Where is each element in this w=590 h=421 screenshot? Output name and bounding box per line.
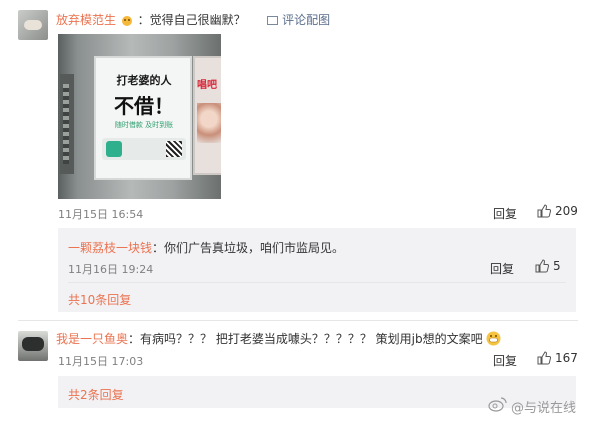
like-button[interactable]: 209 [537,204,578,218]
view-image-link[interactable]: 评论配图 [282,13,330,27]
comment-divider [18,320,578,321]
reply-button[interactable]: 回复 [493,352,517,369]
poster-big-text: 不借！ [114,94,174,118]
watermark: @与说在线 [488,396,576,416]
thumbs-up-icon [535,259,549,273]
badge-icon [120,14,134,26]
comment-time: 11月15日 17:03 [58,355,144,368]
avatar[interactable] [18,331,48,361]
reply-button[interactable]: 回复 [493,205,517,222]
watermark-text: @与说在线 [511,400,577,416]
poster-right-text: 唱吧 [197,80,217,91]
weibo-logo-icon [488,396,508,416]
ad-poster: 打老婆的人 不借！ 随时借款 及时到账 [94,56,192,180]
comment-time: 11月15日 16:54 [58,208,144,221]
like-count: 167 [555,351,578,365]
reply-like-button[interactable]: 5 [535,259,561,273]
reply-like-count: 5 [553,259,561,273]
thumbs-up-icon [537,204,551,218]
comment-text: ：有病吗？？？ 把打老婆当成噱头？？？？？ 策划用jb想的文案吧 [128,332,483,346]
reply-text: ：你们广告真垃圾，咱们市监局见。 [152,241,345,255]
grin-emoji-icon [486,331,501,346]
avatar[interactable] [18,10,48,40]
comment-author[interactable]: 我是一只鱼奥 [56,332,128,346]
reply-thread: 一颗荔枝一块钱：你们广告真垃圾，咱们市监局见。 11月16日 19:24 回复 … [58,228,576,312]
poster-headline: 打老婆的人 [116,74,172,87]
like-button[interactable]: 167 [537,351,578,365]
like-count: 209 [555,204,578,218]
ad-poster-right: 唱吧 [193,56,221,175]
comment-author[interactable]: 放弃模范生 [56,13,116,27]
more-replies-link[interactable]: 共10条回复 [68,291,131,308]
more-replies-link[interactable]: 共2条回复 [68,386,124,403]
poster-subtext: 随时借款 及时到账 [114,121,174,129]
reply-author[interactable]: 一颗荔枝一块钱 [68,241,152,255]
comment-text: ：觉得自己很幽默？ [137,13,246,27]
reply-reply-button[interactable]: 回复 [490,260,514,277]
image-icon [267,16,279,25]
thumbs-up-icon [537,351,551,365]
reply-time: 11月16日 19:24 [68,263,154,276]
comment-image[interactable]: 打老婆的人 不借！ 随时借款 及时到账 唱吧 [58,34,221,199]
